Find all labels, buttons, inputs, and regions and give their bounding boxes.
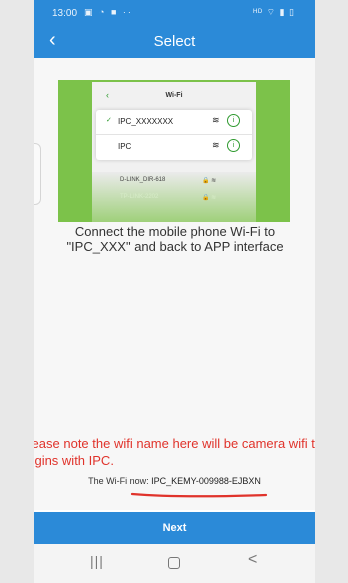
wifi-settings-mockup: ‹ Wi-Fi ✓ IPC_XXXXXXX ≋ i IPC ≋ i D-LINK… — [92, 82, 256, 222]
mock-network-name: TP-LINK-2202 — [120, 194, 159, 200]
annotation-note: Please note the wifi name here will be c… — [34, 436, 315, 468]
status-time: 13:00 — [52, 8, 78, 19]
page-title: Select — [153, 33, 196, 50]
wifi-signal-icon: ≋ — [212, 140, 220, 150]
home-icon[interactable] — [168, 557, 180, 569]
recent-apps-icon[interactable]: ||| — [90, 553, 104, 569]
edge-panel-handle[interactable] — [34, 143, 41, 205]
content-area: ‹ Wi-Fi ✓ IPC_XXXXXXX ≋ i IPC ≋ i D-LINK… — [34, 58, 315, 510]
info-icon: i — [227, 139, 240, 152]
lock-wifi-icon: 🔒 ≋ — [202, 178, 217, 184]
notification-icons: ▣ ◔ ■ ·· — [84, 7, 133, 17]
system-status-icons: ᴴᴰ ⌔ ▮ ▯ — [253, 7, 295, 17]
mock-network-name: D-LINK_DIR-618 — [120, 177, 166, 183]
info-icon: i — [227, 114, 240, 127]
phone-screen: 13:00 ▣ ◔ ■ ·· ᴴᴰ ⌔ ▮ ▯ ‹ Select ‹ Wi-Fi… — [34, 0, 315, 583]
app-header: 13:00 ▣ ◔ ■ ·· ᴴᴰ ⌔ ▮ ▯ ‹ Select — [34, 0, 315, 58]
mock-other-networks: D-LINK_DIR-618 🔒 ≋ TP-LINK-2202 🔒 ≋ — [92, 172, 256, 222]
mock-wifi-title: Wi-Fi — [165, 92, 183, 99]
mock-network-row: IPC ≋ i — [96, 135, 252, 159]
wifi-instruction-illustration: ‹ Wi-Fi ✓ IPC_XXXXXXX ≋ i IPC ≋ i D-LINK… — [58, 80, 290, 222]
mock-network-name: IPC_XXXXXXX — [118, 117, 174, 126]
lock-wifi-icon: 🔒 ≋ — [202, 195, 217, 201]
back-icon[interactable]: < — [248, 551, 257, 569]
status-bar: 13:00 ▣ ◔ ■ ·· ᴴᴰ ⌔ ▮ ▯ — [34, 0, 315, 22]
next-button[interactable]: Next — [34, 512, 315, 544]
mock-network-name: IPC — [118, 142, 132, 151]
current-wifi-name: IPC_KEMY-009988-EJBXN — [151, 476, 261, 486]
mock-network-row: ✓ IPC_XXXXXXX ≋ i — [96, 110, 252, 135]
wifi-signal-icon: ≋ — [212, 115, 220, 125]
current-wifi: The Wi-Fi now: IPC_KEMY-009988-EJBXN — [34, 476, 315, 486]
checkmark-icon: ✓ — [106, 117, 112, 124]
android-nav-bar: ||| < — [34, 544, 315, 583]
red-underline-annotation — [130, 492, 268, 498]
current-wifi-label: The Wi-Fi now: — [88, 476, 152, 486]
instruction-text: Connect the mobile phone Wi-Fi to "IPC_X… — [66, 224, 284, 254]
mock-network-list: ✓ IPC_XXXXXXX ≋ i IPC ≋ i — [96, 110, 252, 160]
